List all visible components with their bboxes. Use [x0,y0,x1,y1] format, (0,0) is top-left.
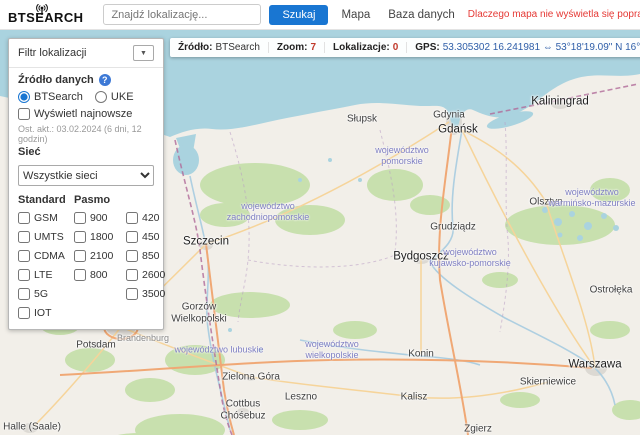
standard-checkbox-input-iot[interactable] [18,307,30,319]
band-checkbox-input-420[interactable] [126,212,138,224]
band-checkbox-input-3500[interactable] [126,288,138,300]
standard-checkbox-5g[interactable]: 5G [18,286,74,301]
filter-panel: Filtr lokalizacji ▼ Źródło danych ? BTSe… [8,38,164,330]
filter-collapse-button[interactable]: ▼ [133,45,154,61]
empty-cell [74,305,126,320]
radio-btsearch[interactable]: BTSearch [18,91,83,103]
map-info-bar: Źródło:BTSearch Zoom:7 Lokalizacje:0 GPS… [170,38,640,57]
nav-database[interactable]: Baza danych [383,5,460,25]
band-checkbox-input-850[interactable] [126,250,138,262]
show-newest-checkbox[interactable]: Wyświetl najnowsze [18,108,154,120]
standard-checkbox-gsm[interactable]: GSM [18,210,74,225]
standard-checkbox-cdma[interactable]: CDMA [18,248,74,263]
info-gps: GPS: 53.305302 16.241981 ⇔ 53°18'19.09" N… [406,42,640,53]
column-standard-label: Standard [18,194,74,206]
radio-btsearch-label: BTSearch [34,91,83,103]
standard-checkbox-input-gsm[interactable] [18,212,30,224]
band-checkbox-1800[interactable]: 1800 [74,229,126,244]
show-newest-label: Wyświetl najnowsze [34,108,132,120]
info-locations-label: Lokalizacje: [333,42,390,53]
info-locations-value: 0 [393,42,399,53]
radio-uke-input[interactable] [95,91,107,103]
band-label: 450 [142,231,160,243]
empty-cell [74,286,126,301]
standard-checkbox-input-lte[interactable] [18,269,30,281]
band-label: 2100 [90,250,113,262]
standard-checkbox-input-5g[interactable] [18,288,30,300]
standard-label: LTE [34,269,52,281]
band-checkbox-input-2100[interactable] [74,250,86,262]
info-source-value: BTSearch [215,42,259,53]
standard-label: CDMA [34,250,65,262]
info-zoom-label: Zoom: [277,42,308,53]
nav-map[interactable]: Mapa [336,5,375,25]
band-label: 420 [142,212,160,224]
radio-btsearch-input[interactable] [18,91,30,103]
band-label: 900 [90,212,108,224]
standard-checkbox-umts[interactable]: UMTS [18,229,74,244]
source-section-label: Źródło danych [18,74,94,86]
network-section-label: Sieć [18,146,41,158]
filter-checkbox-grid: GSM900420UMTS1800450CDMA2100850LTE800260… [18,210,154,320]
info-zoom-value: 7 [310,42,316,53]
band-checkbox-2100[interactable]: 2100 [74,248,126,263]
band-checkbox-2600[interactable]: 2600 [126,267,165,282]
radio-uke-label: UKE [111,91,134,103]
standard-label: IOT [34,307,52,319]
standard-checkbox-input-cdma[interactable] [18,250,30,262]
standard-checkbox-input-umts[interactable] [18,231,30,243]
divider [9,67,163,68]
band-checkbox-450[interactable]: 450 [126,229,165,244]
column-pasmo-label: Pasmo [74,194,126,206]
band-checkbox-input-2600[interactable] [126,269,138,281]
band-label: 1800 [90,231,113,243]
band-checkbox-input-900[interactable] [74,212,86,224]
band-checkbox-3500[interactable]: 3500 [126,286,165,301]
band-checkbox-420[interactable]: 420 [126,210,165,225]
band-label: 850 [142,250,160,262]
band-checkbox-input-450[interactable] [126,231,138,243]
standard-label: GSM [34,212,58,224]
info-source-label: Źródło: [178,42,212,53]
map-warning-link[interactable]: Dlaczego mapa nie wyświetla się poprawni… [468,9,640,20]
band-label: 800 [90,269,108,281]
search-button[interactable]: Szukaj [269,5,328,25]
band-checkbox-input-800[interactable] [74,269,86,281]
info-zoom: Zoom:7 [268,42,324,53]
band-checkbox-input-1800[interactable] [74,231,86,243]
network-select[interactable]: Wszystkie sieci [18,165,154,186]
filter-panel-title: Filtr lokalizacji [18,47,86,59]
antenna-icon [34,3,50,18]
last-update-text: Ost. akt.: 03.02.2024 (6 dni, 12 godzin) [18,124,154,144]
band-checkbox-850[interactable]: 850 [126,248,165,263]
info-locations: Lokalizacje:0 [324,42,406,53]
top-bar: BTSEARCH Szukaj Mapa Baza danych Dlaczeg… [0,0,640,30]
help-icon[interactable]: ? [99,74,111,86]
search-input[interactable] [103,4,261,25]
show-newest-checkbox-input[interactable] [18,108,30,120]
band-checkbox-900[interactable]: 900 [74,210,126,225]
radio-uke[interactable]: UKE [95,91,134,103]
band-label: 3500 [142,288,165,300]
standard-label: 5G [34,288,48,300]
standard-checkbox-lte[interactable]: LTE [18,267,74,282]
info-gps-value: 53.305302 16.241981 ⇔ 53°18'19.09" N 16°… [443,42,640,53]
empty-cell [126,305,165,320]
standard-checkbox-iot[interactable]: IOT [18,305,74,320]
info-source: Źródło:BTSearch [170,42,268,53]
info-gps-label: GPS: [415,42,439,53]
logo[interactable]: BTSEARCH [8,5,85,25]
standard-label: UMTS [34,231,64,243]
band-checkbox-800[interactable]: 800 [74,267,126,282]
band-label: 2600 [142,269,165,281]
